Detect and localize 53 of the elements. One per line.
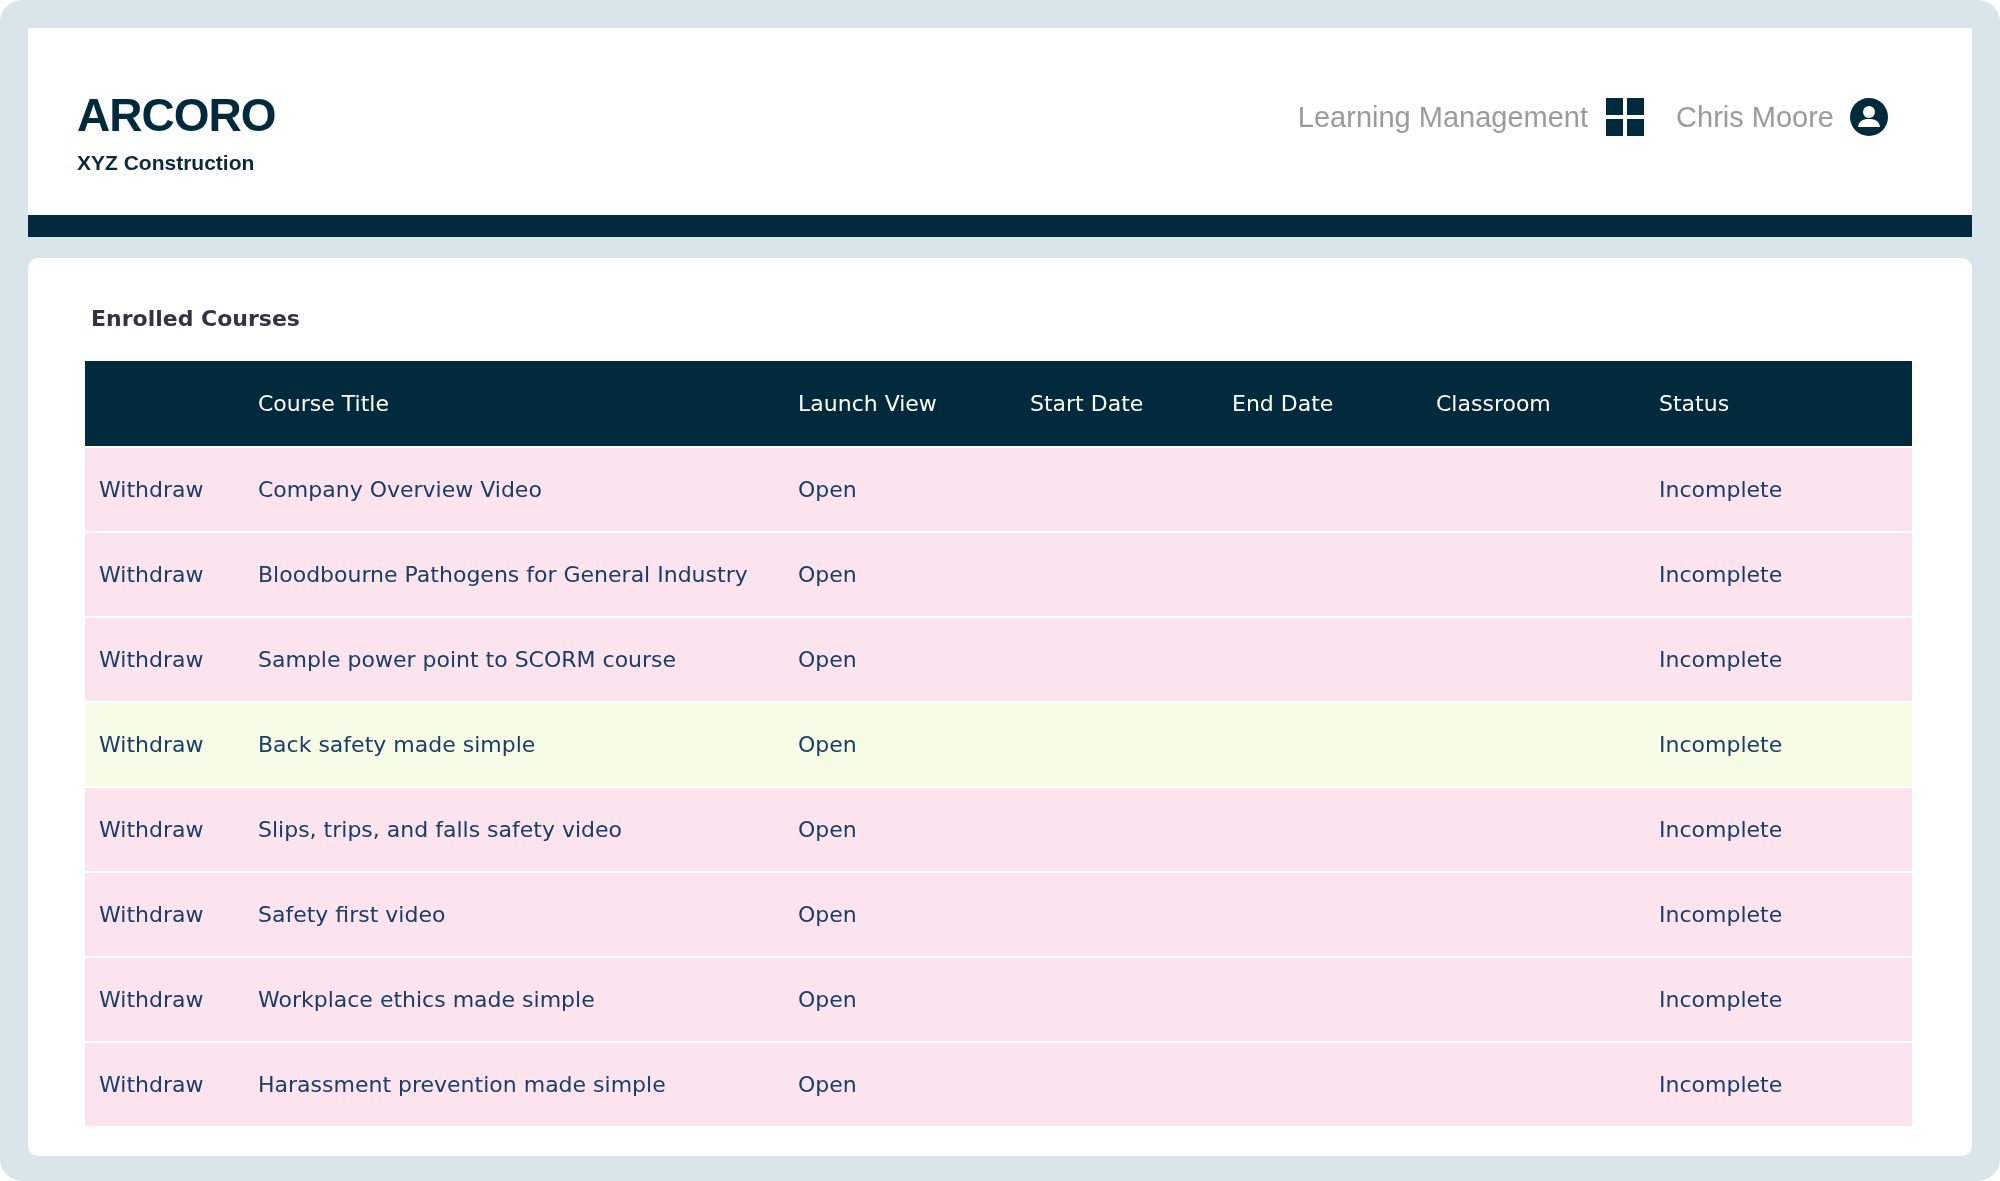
user-avatar-icon[interactable]: [1850, 98, 1888, 136]
status-text: Incomplete: [1659, 646, 1783, 673]
table-row[interactable]: Withdraw Workplace ethics made simple Open Incomplete: [85, 958, 1912, 1041]
launch-link[interactable]: Open: [798, 816, 857, 843]
section-title: Enrolled Courses: [91, 306, 300, 332]
column-header: Status: [1659, 390, 1730, 417]
course-title: Harassment prevention made simple: [258, 1071, 666, 1098]
status-text: Incomplete: [1659, 816, 1783, 843]
table-row[interactable]: Withdraw Back safety made simple Open Incomplete: [85, 703, 1912, 786]
withdraw-link[interactable]: Withdraw: [99, 476, 204, 503]
withdraw-link[interactable]: Withdraw: [99, 816, 204, 843]
launch-link[interactable]: Open: [798, 561, 857, 588]
withdraw-link[interactable]: Withdraw: [99, 901, 204, 928]
withdraw-link[interactable]: Withdraw: [99, 646, 204, 673]
status-text: Incomplete: [1659, 1071, 1783, 1098]
app-grid-icon[interactable]: [1606, 98, 1645, 136]
table-row[interactable]: Withdraw Slips, trips, and falls safety video Open Incomplete: [85, 788, 1912, 871]
withdraw-link[interactable]: Withdraw: [99, 731, 204, 758]
course-title: Back safety made simple: [258, 731, 536, 758]
launch-link[interactable]: Open: [798, 986, 857, 1013]
withdraw-link[interactable]: Withdraw: [99, 986, 204, 1013]
course-title: Company Overview Video: [258, 476, 542, 503]
course-title: Safety first video: [258, 901, 446, 928]
launch-link[interactable]: Open: [798, 901, 857, 928]
status-text: Incomplete: [1659, 731, 1783, 758]
status-text: Incomplete: [1659, 476, 1783, 503]
status-text: Incomplete: [1659, 561, 1783, 588]
table-row[interactable]: Withdraw Sample power point to SCORM course Open Incomplete: [85, 618, 1912, 701]
column-header: Launch View: [798, 390, 937, 417]
launch-link[interactable]: Open: [798, 1071, 857, 1098]
column-header: Classroom: [1436, 390, 1551, 417]
app-name: Learning Management: [1297, 100, 1589, 134]
launch-link[interactable]: Open: [798, 476, 857, 503]
launch-link[interactable]: Open: [798, 731, 857, 758]
column-header: Start Date: [1030, 390, 1144, 417]
withdraw-link[interactable]: Withdraw: [99, 561, 204, 588]
logo: ARCORO: [77, 92, 276, 138]
company-name: XYZ Construction: [77, 150, 255, 176]
launch-link[interactable]: Open: [798, 646, 857, 673]
course-title: Bloodbourne Pathogens for General Industry: [258, 561, 748, 588]
status-text: Incomplete: [1659, 986, 1783, 1013]
table-row[interactable]: Withdraw Safety first video Open Incomplete: [85, 873, 1912, 956]
withdraw-link[interactable]: Withdraw: [99, 1071, 204, 1098]
column-header: Course Title: [258, 390, 389, 417]
course-title: Sample power point to SCORM course: [258, 646, 677, 673]
course-title: Workplace ethics made simple: [258, 986, 595, 1013]
table-row[interactable]: Withdraw Company Overview Video Open Incomplete: [85, 448, 1912, 531]
table-row[interactable]: Withdraw Harassment prevention made simple Open Incomplete: [85, 1043, 1912, 1126]
user-name: Chris Moore: [1676, 100, 1834, 134]
column-header: End Date: [1232, 390, 1334, 417]
status-text: Incomplete: [1659, 901, 1783, 928]
table-row[interactable]: Withdraw Bloodbourne Pathogens for General Industry Open Incomplete: [85, 533, 1912, 616]
course-title: Slips, trips, and falls safety video: [258, 816, 623, 843]
